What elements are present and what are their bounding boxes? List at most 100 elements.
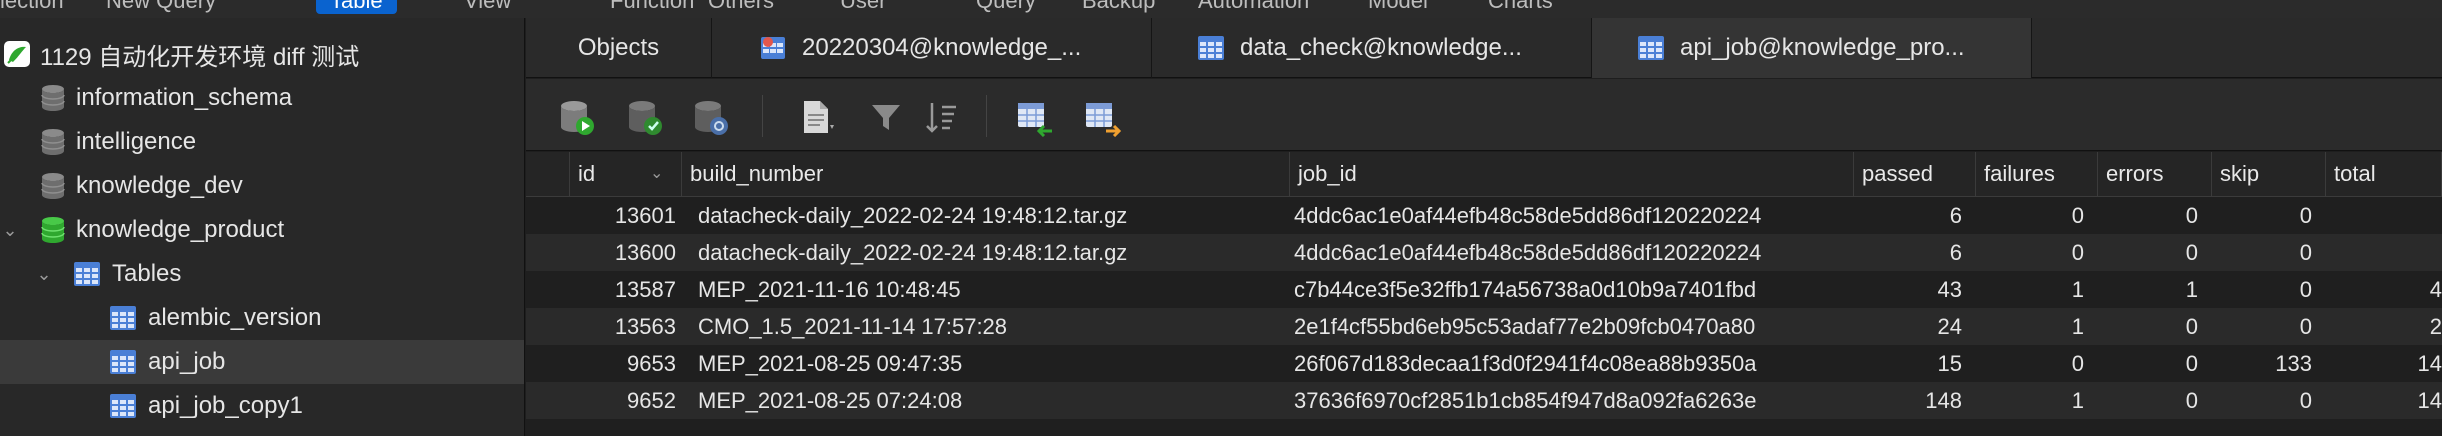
menu-item-model[interactable]: Model xyxy=(1368,0,1428,14)
database-item-intelligence[interactable]: intelligence xyxy=(0,120,524,164)
tab-objects[interactable]: Objects xyxy=(526,18,712,78)
cell-skip[interactable]: 0 xyxy=(2212,382,2312,419)
cell-total[interactable] xyxy=(2326,197,2442,234)
cell-passed[interactable]: 43 xyxy=(1854,271,1962,308)
table-item-api-job[interactable]: api_job xyxy=(0,340,524,384)
new-query-icon[interactable] xyxy=(556,97,596,137)
cell-errors[interactable]: 0 xyxy=(2098,345,2198,382)
table-item-alembic-version[interactable]: alembic_version xyxy=(0,296,524,340)
menu-item-table[interactable]: Table xyxy=(316,0,397,14)
cell-build-number[interactable]: datacheck-daily_2022-02-24 19:48:12.tar.… xyxy=(698,197,1278,234)
cell-build-number[interactable]: MEP_2021-11-16 10:48:45 xyxy=(698,271,1278,308)
cell-errors[interactable]: 0 xyxy=(2098,234,2198,271)
menu-item-view[interactable]: View xyxy=(464,0,511,14)
menu-item-function[interactable]: Function xyxy=(610,0,694,14)
cell-id[interactable]: 13587 xyxy=(570,271,676,308)
stop-icon[interactable] xyxy=(690,97,730,137)
chevron-down-icon[interactable]: ⌄ xyxy=(34,264,54,284)
cell-total[interactable]: 14 xyxy=(2326,345,2442,382)
cell-failures[interactable]: 0 xyxy=(1976,197,2084,234)
sort-desc-icon[interactable]: ⌄ xyxy=(650,152,663,196)
sort-icon[interactable] xyxy=(922,97,962,137)
column-header-passed[interactable]: passed xyxy=(1854,152,1976,196)
table-row[interactable]: 13600 datacheck-daily_2022-02-24 19:48:1… xyxy=(526,234,2442,271)
cell-failures[interactable]: 1 xyxy=(1976,382,2084,419)
menu-item-selection[interactable]: lection xyxy=(0,0,64,14)
cell-errors[interactable]: 0 xyxy=(2098,382,2198,419)
tab-api-job[interactable]: api_job@knowledge_pro... xyxy=(1592,18,2032,78)
connection-item[interactable]: 1129 自动化开发环境 diff 测试 xyxy=(0,32,524,76)
tab-data-check[interactable]: data_check@knowledge... xyxy=(1152,18,1592,78)
cell-build-number[interactable]: MEP_2021-08-25 07:24:08 xyxy=(698,382,1278,419)
tables-group[interactable]: ⌄ Tables xyxy=(0,252,524,296)
export-icon[interactable] xyxy=(1082,97,1122,138)
cell-skip[interactable]: 0 xyxy=(2212,197,2312,234)
cell-id[interactable]: 9653 xyxy=(570,345,676,382)
cell-passed[interactable]: 6 xyxy=(1854,234,1962,271)
cell-job-id[interactable]: 37636f6970cf2851b1cb854f947d8a092fa6263e xyxy=(1294,382,1850,419)
cell-job-id[interactable]: 4ddc6ac1e0af44efb48c58de5dd86df120220224 xyxy=(1294,197,1850,234)
cell-skip[interactable]: 0 xyxy=(2212,308,2312,345)
cell-passed[interactable]: 24 xyxy=(1854,308,1962,345)
cell-total[interactable]: 4 xyxy=(2326,271,2442,308)
cell-build-number[interactable]: CMO_1.5_2021-11-14 17:57:28 xyxy=(698,308,1278,345)
cell-job-id[interactable]: 26f067d183decaa1f3d0f2941f4c08ea88b9350a xyxy=(1294,345,1850,382)
column-header-build-number[interactable]: build_number xyxy=(682,152,1290,196)
filter-icon[interactable] xyxy=(866,97,906,137)
cell-job-id[interactable]: c7b44ce3f5e32ffb174a56738a0d10b9a7401fbd xyxy=(1294,271,1850,308)
cell-skip[interactable]: 133 xyxy=(2212,345,2312,382)
cell-id[interactable]: 13601 xyxy=(570,197,676,234)
menu-item-charts[interactable]: Charts xyxy=(1488,0,1553,14)
tab-query-20220304[interactable]: 20220304@knowledge_... xyxy=(712,18,1152,78)
cell-total[interactable] xyxy=(2326,234,2442,271)
chevron-down-icon[interactable]: ⌄ xyxy=(0,220,20,240)
table-row[interactable]: 9653 MEP_2021-08-25 09:47:35 26f067d183d… xyxy=(526,345,2442,382)
table-row[interactable]: 13601 datacheck-daily_2022-02-24 19:48:1… xyxy=(526,197,2442,234)
cell-total[interactable]: 14 xyxy=(2326,382,2442,419)
table-row[interactable]: 13587 MEP_2021-11-16 10:48:45 c7b44ce3f5… xyxy=(526,271,2442,308)
cell-failures[interactable]: 0 xyxy=(1976,345,2084,382)
column-header-job-id[interactable]: job_id xyxy=(1290,152,1854,196)
cell-job-id[interactable]: 4ddc6ac1e0af44efb48c58de5dd86df120220224 xyxy=(1294,234,1850,271)
cell-job-id[interactable]: 2e1f4cf55bd6eb95c53adaf77e2b09fcb0470a80 xyxy=(1294,308,1850,345)
cell-errors[interactable]: 0 xyxy=(2098,197,2198,234)
cell-id[interactable]: 13563 xyxy=(570,308,676,345)
run-icon[interactable] xyxy=(624,97,664,137)
cell-id[interactable]: 9652 xyxy=(570,382,676,419)
menu-item-automation[interactable]: Automation xyxy=(1198,0,1309,14)
database-item-knowledge-dev[interactable]: knowledge_dev xyxy=(0,164,524,208)
cell-failures[interactable]: 1 xyxy=(1976,308,2084,345)
cell-total[interactable]: 2 xyxy=(2326,308,2442,345)
column-header-failures[interactable]: failures xyxy=(1976,152,2098,196)
menu-item-user[interactable]: User xyxy=(840,0,886,14)
cell-errors[interactable]: 0 xyxy=(2098,308,2198,345)
cell-passed[interactable]: 6 xyxy=(1854,197,1962,234)
connection-icon xyxy=(2,39,32,69)
toolbar-separator xyxy=(986,95,987,137)
cell-passed[interactable]: 148 xyxy=(1854,382,1962,419)
document-icon[interactable] xyxy=(796,97,836,137)
database-item-knowledge-product[interactable]: ⌄ knowledge_product xyxy=(0,208,524,252)
column-header-id[interactable]: id ⌄ xyxy=(570,152,682,196)
cell-id[interactable]: 13600 xyxy=(570,234,676,271)
column-header-total[interactable]: total xyxy=(2326,152,2442,196)
menu-item-others[interactable]: Others xyxy=(708,0,774,14)
cell-skip[interactable]: 0 xyxy=(2212,234,2312,271)
import-icon[interactable] xyxy=(1014,97,1054,138)
table-row[interactable]: 9652 MEP_2021-08-25 07:24:08 37636f6970c… xyxy=(526,382,2442,419)
cell-failures[interactable]: 0 xyxy=(1976,234,2084,271)
cell-build-number[interactable]: MEP_2021-08-25 09:47:35 xyxy=(698,345,1278,382)
cell-build-number[interactable]: datacheck-daily_2022-02-24 19:48:12.tar.… xyxy=(698,234,1278,271)
cell-errors[interactable]: 1 xyxy=(2098,271,2198,308)
menu-item-query[interactable]: Query xyxy=(976,0,1036,14)
column-header-skip[interactable]: skip xyxy=(2212,152,2326,196)
database-item-information-schema[interactable]: information_schema xyxy=(0,76,524,120)
menu-item-backup[interactable]: Backup xyxy=(1082,0,1155,14)
cell-skip[interactable]: 0 xyxy=(2212,271,2312,308)
cell-failures[interactable]: 1 xyxy=(1976,271,2084,308)
column-header-errors[interactable]: errors xyxy=(2098,152,2212,196)
table-row[interactable]: 13563 CMO_1.5_2021-11-14 17:57:28 2e1f4c… xyxy=(526,308,2442,345)
cell-passed[interactable]: 15 xyxy=(1854,345,1962,382)
menu-item-new-query[interactable]: New Query xyxy=(106,0,216,14)
table-item-api-job-copy1[interactable]: api_job_copy1 xyxy=(0,384,524,428)
